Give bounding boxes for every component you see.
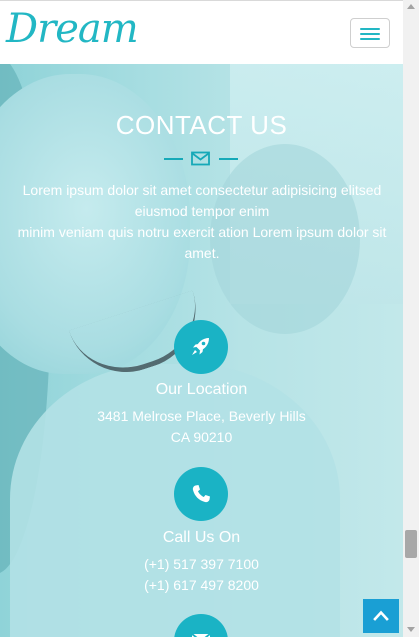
phone-number-link[interactable]: (+1) 517 397 7100: [0, 554, 403, 575]
scrollbar-thumb[interactable]: [405, 530, 417, 558]
title-divider: [164, 150, 238, 168]
section-title: CONTACT US: [115, 110, 288, 140]
phone-numbers: (+1) 517 397 7100 (+1) 617 497 8200: [0, 554, 403, 596]
envelope-icon: [191, 151, 210, 166]
description-line: Lorem ipsum dolor sit amet consectetur a…: [22, 182, 382, 219]
location-address: 3481 Melrose Place, Beverly Hills CA 902…: [0, 406, 403, 448]
rocket-icon: [192, 338, 209, 355]
scroll-up-arrow-icon[interactable]: [407, 4, 415, 9]
address-line: CA 90210: [170, 429, 233, 445]
navbar: Dream: [0, 0, 403, 64]
back-to-top-button[interactable]: [363, 599, 399, 633]
description-line: minim veniam quis notru exercit ation Lo…: [17, 224, 387, 261]
phone-icon: [192, 485, 210, 503]
menu-toggle-button[interactable]: [350, 18, 390, 48]
email-icon: [191, 633, 211, 637]
hamburger-menu-icon: [360, 28, 380, 30]
phone-label: Call Us On: [162, 529, 241, 546]
scroll-down-arrow-icon[interactable]: [407, 627, 415, 632]
brand-logo[interactable]: Dream: [6, 9, 139, 49]
phone-number-link[interactable]: (+1) 617 497 8200: [0, 575, 403, 596]
address-line: 3481 Melrose Place, Beverly Hills: [97, 408, 306, 424]
chevron-up-icon: [373, 610, 389, 621]
section-description: Lorem ipsum dolor sit amet consectetur a…: [6, 180, 398, 264]
location-badge: [174, 320, 228, 374]
page-scrollbar[interactable]: [403, 0, 419, 637]
location-label: Our Location: [155, 381, 248, 398]
phone-badge: [174, 467, 228, 521]
